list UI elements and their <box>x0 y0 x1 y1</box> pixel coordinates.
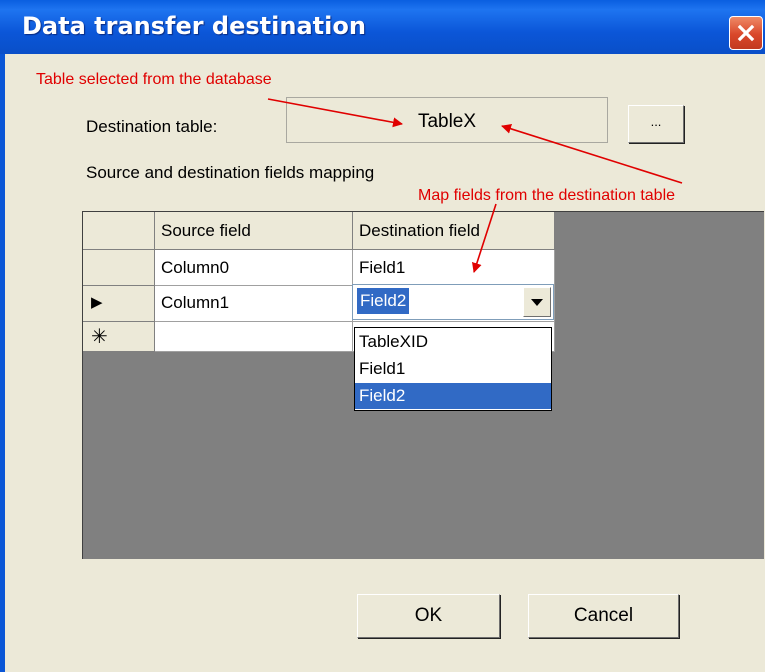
option-field2[interactable]: Field2 <box>355 383 551 409</box>
column-header-source[interactable]: Source field <box>155 212 353 250</box>
row-pointer-icon: ▶ <box>91 294 103 311</box>
row-selector-0[interactable] <box>83 250 155 286</box>
column-header-destination[interactable]: Destination field <box>353 212 555 250</box>
option-field1[interactable]: Field1 <box>355 356 551 382</box>
destination-table-label: Destination table: <box>86 117 218 136</box>
destination-table-field: TableX <box>286 97 608 143</box>
dialog-window: Data transfer destination Table selected… <box>0 0 765 672</box>
dropdown-button[interactable] <box>523 287 551 317</box>
annotation-map-note: Map fields from the destination table <box>418 187 676 204</box>
source-field-cell-new[interactable] <box>155 322 353 352</box>
row-selector-1[interactable]: ▶ <box>83 286 155 322</box>
combobox-selected-value: Field2 <box>357 288 410 314</box>
title-bar[interactable]: Data transfer destination <box>0 0 765 54</box>
mapping-label: Source and destination fields mapping <box>86 163 375 182</box>
destination-table-value: TableX <box>417 111 477 132</box>
destination-field-options-list[interactable]: TableXID Field1 Field2 <box>354 327 552 411</box>
ok-button[interactable]: OK <box>357 594 500 638</box>
window-title: Data transfer destination <box>22 12 366 40</box>
cancel-button[interactable]: Cancel <box>528 594 679 638</box>
window-frame-left <box>0 54 5 672</box>
browse-button[interactable]: ... <box>628 105 684 143</box>
new-row-icon: ✳ <box>91 326 108 348</box>
annotation-table-note: Table selected from the database <box>36 71 272 88</box>
close-icon <box>737 24 755 42</box>
close-button[interactable] <box>729 16 763 50</box>
source-field-cell-0[interactable]: Column0 <box>155 250 353 286</box>
row-selector-new[interactable]: ✳ <box>83 322 155 352</box>
option-tablexid[interactable]: TableXID <box>355 329 551 355</box>
destination-field-combobox[interactable]: Field2 <box>352 284 554 320</box>
destination-field-cell-0[interactable]: Field1 <box>353 250 555 286</box>
source-field-cell-1[interactable]: Column1 <box>155 286 353 322</box>
grid-corner-header <box>83 212 155 250</box>
chevron-down-icon <box>531 299 543 306</box>
